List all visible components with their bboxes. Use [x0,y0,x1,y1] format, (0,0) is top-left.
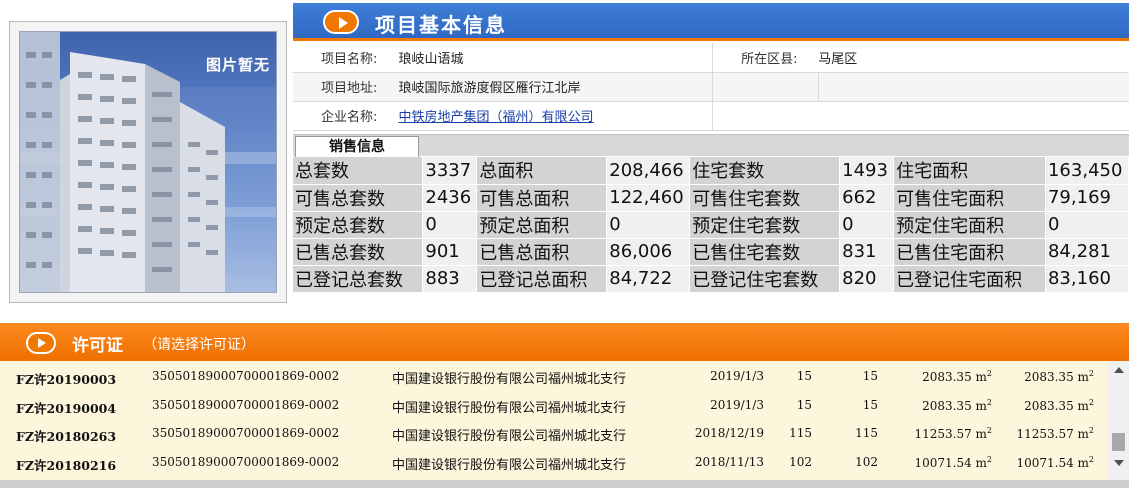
project-photo: 图片暂无 [19,31,277,293]
sales-metric-label: 已登记住宅套数 [689,265,841,293]
sales-metric-label: 已售住宅套数 [689,238,841,266]
permit-area-residential-text: 2083.35 m [1024,370,1089,384]
sales-metric-label: 可售住宅面积 [893,184,1046,212]
address-label: 项目地址: [293,72,399,102]
sales-metric-value: 820 [839,265,895,293]
info-row-name: 项目名称: 琅岐山语城 所在区县: 马尾区 [293,43,1129,73]
sales-metric-value: 883 [422,265,478,293]
address-value: 琅岐国际旅游度假区雁行江北岸 [398,72,713,102]
sales-row: 总套数 3337 总面积 208,466 住宅套数 1493 住宅面积 163,450 [293,157,1129,185]
sales-metric-label: 已登记住宅面积 [893,265,1046,293]
sales-metric-value: 79,169 [1045,184,1129,212]
scroll-thumb[interactable] [1112,433,1125,451]
permit-area-residential: 11253.57 m2 [0,426,1094,441]
sales-metric-label: 住宅套数 [689,157,841,185]
sales-metric-value: 84,281 [1045,238,1129,266]
permit-row[interactable]: FZ许20180216 35050189000700001869-0002 中国建设… [0,447,1108,476]
sales-metric-label: 已售住宅面积 [893,238,1046,266]
company-label: 企业名称: [293,101,399,131]
district-label: 所在区县: [712,43,819,73]
sales-metric-value: 1493 [839,157,895,185]
scroll-down-arrow-icon[interactable] [1114,460,1124,466]
sales-metric-value: 901 [422,238,478,266]
permit-area-residential: 2083.35 m2 [0,398,1094,413]
sales-metric-label: 可售住宅套数 [689,184,841,212]
permit-area-residential: 2083.35 m2 [0,369,1094,384]
sales-metric-value: 208,466 [606,157,691,185]
empty-cell [712,101,819,131]
sales-metric-value: 163,450 [1045,157,1129,185]
district-value: 马尾区 [818,43,1129,73]
area-unit-superscript: 2 [1088,454,1094,464]
photo-placeholder-text: 图片暂无 [205,56,270,74]
play-circle-icon [323,10,359,34]
sales-metric-value: 662 [839,184,895,212]
permit-title: 许可证 [72,336,123,356]
sales-metric-value: 0 [422,211,478,239]
sales-metric-label: 可售总套数 [293,184,424,212]
project-name-label: 项目名称: [293,43,399,73]
sales-metric-value: 3337 [422,157,478,185]
info-row-address: 项目地址: 琅岐国际旅游度假区雁行江北岸 [293,72,1129,102]
permit-area-residential-text: 2083.35 m [1024,398,1089,413]
basic-info-title: 项目基本信息 [375,13,507,37]
sales-metric-label: 总套数 [293,157,424,185]
area-unit-superscript: 2 [1088,397,1094,407]
sales-row: 可售总套数 2436 可售总面积 122,460 可售住宅套数 662 可售住宅面积 79,1… [293,184,1129,212]
basic-info-table: 项目名称: 琅岐山语城 所在区县: 马尾区 项目地址: 琅岐国际旅游度假区雁行江… [293,43,1129,131]
empty-cell [712,72,819,102]
play-circle-icon [26,332,56,354]
sales-metric-label: 已售总套数 [293,238,424,266]
sales-info-table: 总套数 3337 总面积 208,466 住宅套数 1493 住宅面积 163,450 可售总套… [293,157,1129,293]
sales-row: 已登记总套数 883 已登记总面积 84,722 已登记住宅套数 820 已登记住宅面积 83… [293,265,1129,293]
sales-metric-label: 预定住宅面积 [893,211,1046,239]
permit-area-residential-text: 10071.54 m [1016,455,1089,470]
permit-list-scrollbar[interactable] [1108,361,1129,480]
sales-metric-label: 已售总面积 [476,238,608,266]
sales-metric-value: 831 [839,238,895,266]
permit-area-residential: 10071.54 m2 [0,455,1094,470]
tab-sales-info[interactable]: 销售信息 [295,136,419,157]
project-photo-frame: 图片暂无 [9,21,287,303]
area-unit-superscript: 2 [1088,426,1094,435]
permit-hint: （请选择许可证） [143,337,255,353]
sales-metric-value: 84,722 [606,265,691,293]
sales-metric-value: 0 [606,211,691,239]
sales-metric-label: 预定住宅套数 [689,211,841,239]
permit-list: FZ许20190003 35050189000700001869-0002 中国建设… [0,361,1108,480]
sales-metric-label: 已登记总面积 [476,265,608,293]
sales-metric-value: 2436 [422,184,478,212]
sales-metric-label: 总面积 [476,157,608,185]
sales-metric-value: 0 [839,211,895,239]
sales-metric-value: 0 [1045,211,1129,239]
empty-cell [817,72,1129,102]
permit-row[interactable]: FZ许20180263 35050189000700001869-0002 中国建设… [0,418,1108,447]
project-name-value: 琅岐山语城 [398,43,713,73]
sales-metric-value: 83,160 [1045,265,1129,293]
permit-header: 许可证 （请选择许可证） [0,323,1129,361]
sales-metric-label: 预定总面积 [476,211,608,239]
permit-area-residential-text: 11253.57 m [1016,427,1089,441]
sales-metric-label: 可售总面积 [476,184,608,212]
sales-tab-strip: 销售信息 [293,134,1129,157]
bottom-strip [0,480,1129,488]
empty-cell [818,101,1129,131]
sales-metric-label: 已登记总套数 [293,265,424,293]
scroll-up-arrow-icon[interactable] [1114,367,1124,373]
sales-row: 已售总套数 901 已售总面积 86,006 已售住宅套数 831 已售住宅面积 84,281 [293,238,1129,266]
permit-row[interactable]: FZ许20190004 35050189000700001869-0002 中国建设… [0,390,1108,419]
sales-metric-value: 122,460 [606,184,691,212]
sales-metric-label: 住宅面积 [893,157,1046,185]
area-unit-superscript: 2 [1088,369,1094,378]
sales-metric-label: 预定总套数 [293,211,424,239]
company-link[interactable]: 中铁房地产集团（福州）有限公司 [399,110,594,125]
basic-info-header: 项目基本信息 [293,3,1129,41]
company-cell: 中铁房地产集团（福州）有限公司 [398,101,713,131]
permit-row[interactable]: FZ许20190003 35050189000700001869-0002 中国建设… [0,361,1108,390]
sales-row: 预定总套数 0 预定总面积 0 预定住宅套数 0 预定住宅面积 0 [293,211,1129,239]
sales-metric-value: 86,006 [606,238,691,266]
info-row-company: 企业名称: 中铁房地产集团（福州）有限公司 [293,101,1129,131]
